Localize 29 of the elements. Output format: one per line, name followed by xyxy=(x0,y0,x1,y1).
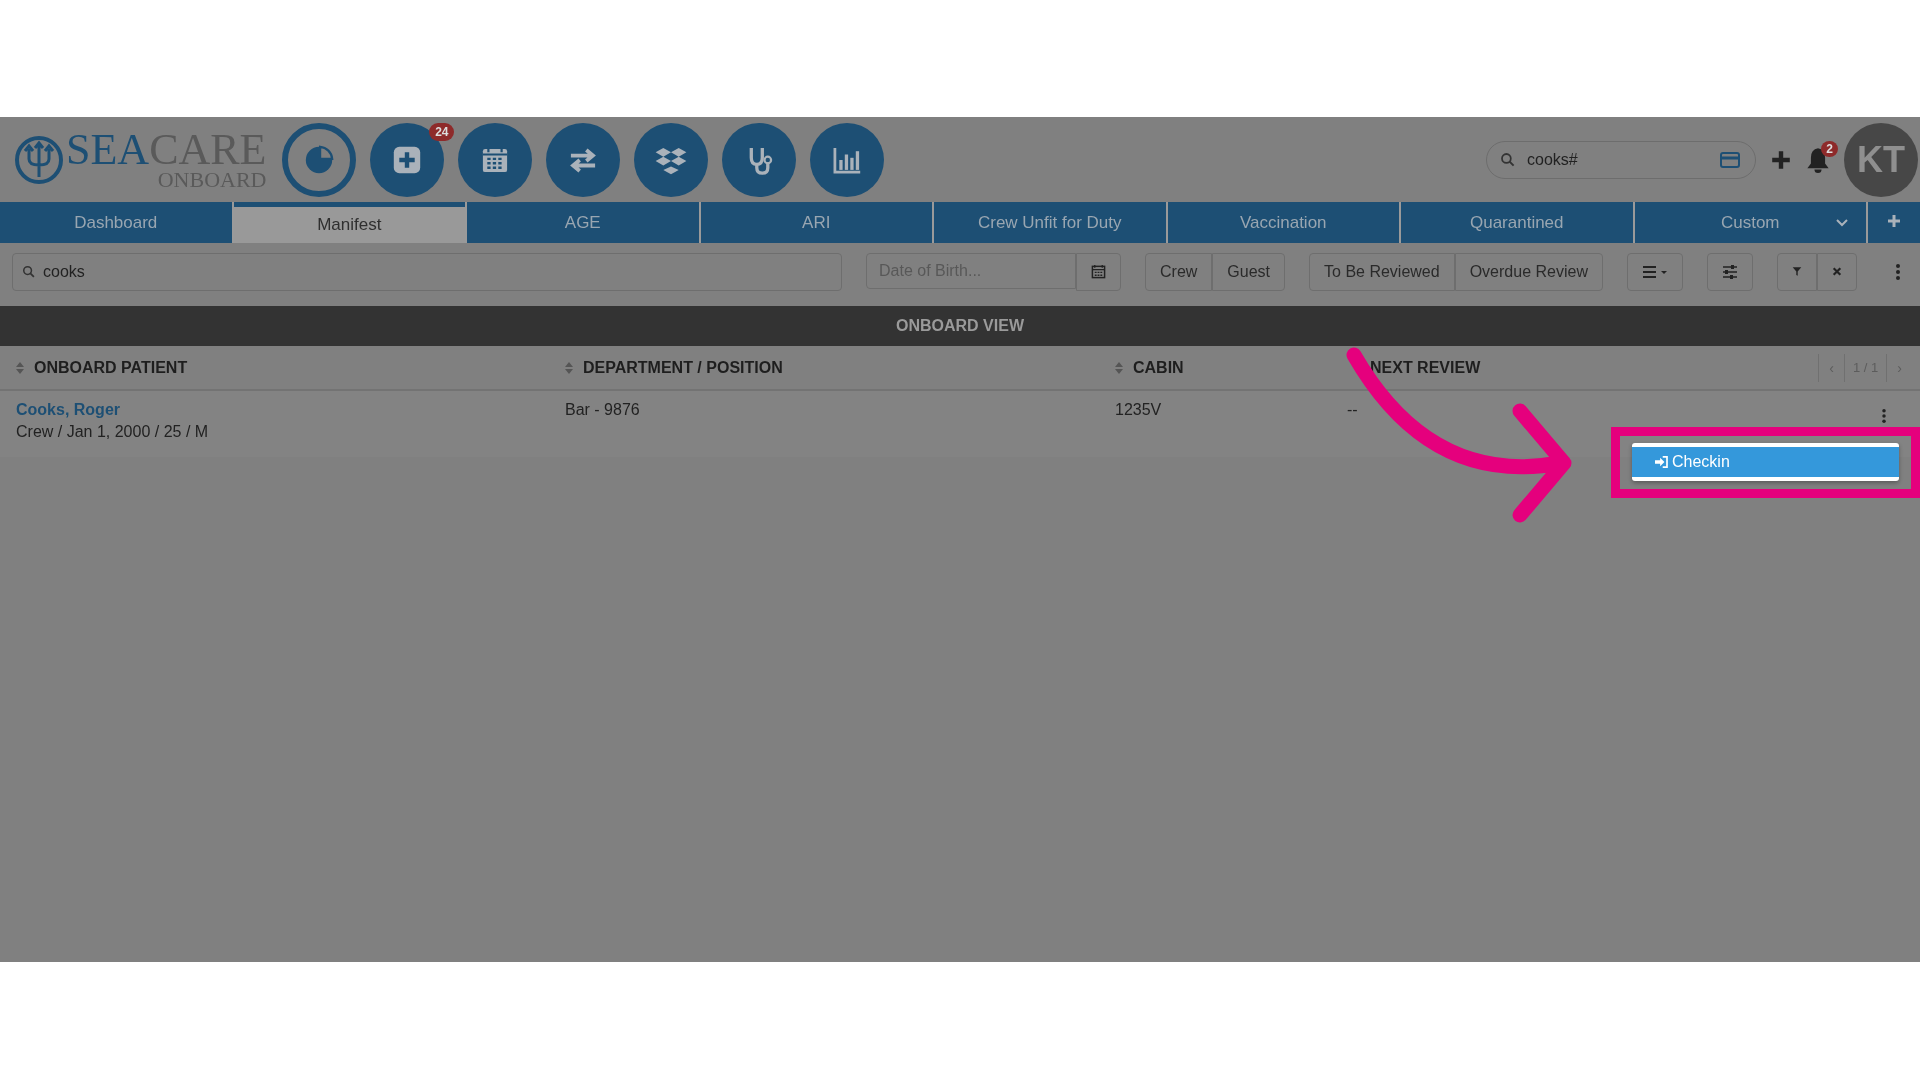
tab[interactable]: ARI xyxy=(700,202,932,243)
count-badge: 24 xyxy=(429,122,455,141)
filter-button[interactable]: Guest xyxy=(1212,252,1286,291)
filter-button[interactable]: Crew xyxy=(1145,252,1213,291)
table-cell: Bar - 9876 xyxy=(565,401,640,418)
column-header[interactable]: ONBOARD PATIENT xyxy=(34,358,188,377)
user-avatar[interactable]: KT xyxy=(1844,122,1918,197)
tab[interactable]: Custom xyxy=(1634,202,1866,243)
column-header[interactable]: DEPARTMENT / POSITION xyxy=(583,358,783,377)
logo-word: SEA xyxy=(66,124,150,174)
tab[interactable]: AGE xyxy=(467,202,699,243)
table-cell: -- xyxy=(1347,401,1358,418)
tab[interactable]: Crew Unfit for Duty xyxy=(934,202,1166,243)
search-field[interactable]: cooks xyxy=(12,252,842,291)
table-cell: 1235V xyxy=(1115,401,1162,418)
column-header[interactable]: CABIN xyxy=(1133,358,1184,377)
tab[interactable]: Vaccination xyxy=(1167,202,1399,243)
patient-link[interactable]: Cooks, Roger xyxy=(16,401,120,419)
filter-button[interactable]: Overdue Review xyxy=(1454,252,1603,291)
checkin-menu-item[interactable]: Checkin xyxy=(1632,447,1899,477)
tab[interactable]: Dashboard xyxy=(0,202,232,243)
count-badge: 2 xyxy=(1821,140,1838,157)
filter-button[interactable]: To Be Reviewed xyxy=(1309,252,1455,291)
logo-word: CARE xyxy=(149,124,267,174)
tab[interactable]: Quarantined xyxy=(1401,202,1633,243)
column-header[interactable]: NEXT REVIEW xyxy=(1370,358,1481,377)
search-field[interactable]: cooks# xyxy=(1486,140,1756,179)
section-title: ONBOARD VIEW xyxy=(896,317,1024,335)
patient-details: Crew / Jan 1, 2000 / 25 / M xyxy=(16,423,210,441)
